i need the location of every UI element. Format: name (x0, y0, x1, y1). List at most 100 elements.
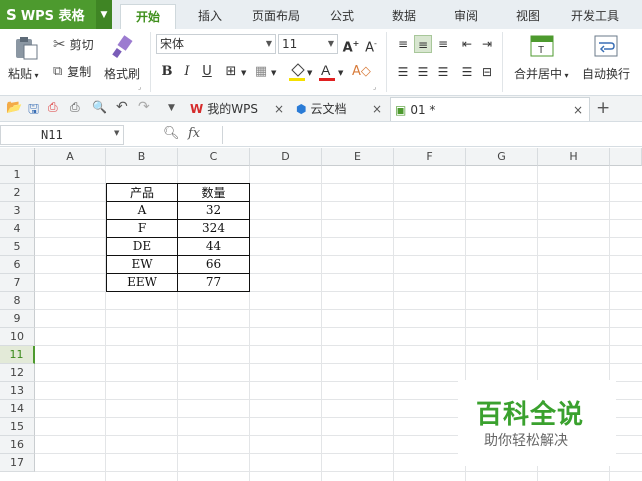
row-header[interactable]: 14 (0, 400, 35, 418)
align-top-icon[interactable]: ≡ (394, 35, 412, 53)
row-header[interactable]: 10 (0, 328, 35, 346)
column-header[interactable]: C (178, 148, 250, 166)
copy-button[interactable]: ⧉ 复制 (53, 63, 91, 80)
formula-input[interactable] (222, 126, 642, 144)
paste-button[interactable]: 粘贴 ▾ (8, 65, 39, 82)
tab-view[interactable]: 视图 (506, 4, 550, 29)
row-header[interactable]: 3 (0, 202, 35, 220)
tab-insert[interactable]: 插入 (186, 4, 234, 29)
format-painter-icon[interactable] (110, 35, 136, 59)
font-name-select[interactable]: 宋体 ▼ (156, 34, 276, 54)
chevron-down-icon[interactable]: ▼ (114, 129, 119, 137)
row-header[interactable]: 6 (0, 256, 35, 274)
new-tab-icon[interactable]: + (596, 98, 610, 118)
merge-center-icon[interactable]: T (530, 35, 554, 59)
row-header[interactable]: 11 (0, 346, 35, 364)
app-menu-button[interactable]: S WPS 表格 ▼ (0, 0, 112, 29)
table-cell[interactable]: EEW (106, 274, 178, 292)
table-header-cell[interactable]: 数量 (178, 183, 250, 202)
align-left-icon[interactable]: ☰ (394, 63, 412, 81)
table-header-cell[interactable]: 产品 (106, 183, 178, 202)
cell-format-icon[interactable]: ▦ (252, 63, 270, 81)
row-header[interactable]: 9 (0, 310, 35, 328)
justify-icon[interactable]: ☰ (458, 63, 476, 81)
chevron-down-icon[interactable]: ▼ (307, 69, 312, 77)
column-header[interactable]: G (466, 148, 538, 166)
row-header[interactable]: 4 (0, 220, 35, 238)
tab-home[interactable]: 开始 (120, 4, 176, 29)
print-preview-icon[interactable]: 🔍 (92, 100, 107, 114)
table-cell[interactable]: 66 (178, 256, 250, 274)
table-cell[interactable]: F (106, 220, 178, 238)
decrease-font-icon[interactable]: A- (362, 35, 380, 55)
doc-tab-active[interactable]: ▣ 01 * × (390, 97, 590, 121)
cut-button[interactable]: ✂ 剪切 (53, 35, 94, 53)
table-cell[interactable]: 77 (178, 274, 250, 292)
column-header[interactable]: H (538, 148, 610, 166)
row-header[interactable]: 13 (0, 382, 35, 400)
row-header[interactable]: 12 (0, 364, 35, 382)
row-header[interactable]: 1 (0, 166, 35, 184)
close-icon[interactable]: × (274, 97, 284, 121)
zoom-formula-icon[interactable]: 🔍︎ (163, 126, 180, 141)
font-color-icon[interactable]: A (318, 62, 336, 82)
tab-review[interactable]: 审阅 (444, 4, 488, 29)
insert-function-icon[interactable]: fx (188, 126, 200, 141)
row-header[interactable]: 7 (0, 274, 35, 292)
column-header[interactable]: D (250, 148, 322, 166)
table-cell[interactable]: 32 (178, 202, 250, 220)
chevron-down-icon[interactable]: ▼ (271, 69, 276, 77)
merge-center-button[interactable]: 合并居中 ▾ (514, 65, 569, 82)
table-cell[interactable]: A (106, 202, 178, 220)
font-size-select[interactable]: 11 ▼ (278, 34, 338, 54)
close-icon[interactable]: × (372, 97, 382, 121)
bold-icon[interactable]: B (158, 63, 176, 81)
tab-page-layout[interactable]: 页面布局 (244, 4, 308, 29)
undo-icon[interactable]: ↶ (116, 99, 128, 115)
align-bottom-icon[interactable]: ≡ (434, 35, 452, 53)
column-header[interactable]: E (322, 148, 394, 166)
tab-developer[interactable]: 开发工具 (566, 4, 624, 29)
distributed-icon[interactable]: ⊟ (478, 63, 496, 81)
tab-data[interactable]: 数据 (382, 4, 426, 29)
clipboard-launcher-icon[interactable]: ⌟ (138, 83, 141, 91)
chevron-down-icon[interactable]: ▼ (338, 69, 343, 77)
name-box[interactable]: N11 (0, 125, 124, 145)
print-icon[interactable]: ⎙ (70, 100, 80, 115)
format-painter-button[interactable]: 格式刷 (104, 65, 140, 82)
column-header[interactable] (610, 148, 642, 166)
chevron-down-icon[interactable]: ▼ (96, 0, 112, 29)
column-header[interactable]: F (394, 148, 466, 166)
column-header[interactable]: B (106, 148, 178, 166)
paste-icon[interactable] (12, 36, 40, 60)
italic-icon[interactable]: I (178, 63, 196, 81)
increase-indent-icon[interactable]: ⇥ (478, 35, 496, 53)
row-header[interactable]: 5 (0, 238, 35, 256)
align-middle-icon[interactable]: ≡ (414, 35, 432, 53)
wrap-text-button[interactable]: 自动换行 (582, 65, 630, 82)
row-header[interactable]: 15 (0, 418, 35, 436)
doc-tab-cloud[interactable]: ⬢ 云文档 × (292, 97, 384, 121)
decrease-indent-icon[interactable]: ⇤ (458, 35, 476, 53)
customize-quickbar-icon[interactable]: ▼ (168, 103, 175, 113)
save-icon[interactable]: 🖫 (28, 100, 39, 122)
doc-tab-mywps[interactable]: W 我的WPS × (186, 97, 288, 121)
row-header[interactable]: 2 (0, 184, 35, 202)
row-header[interactable]: 8 (0, 292, 35, 310)
fill-color-icon[interactable] (288, 62, 306, 82)
table-cell[interactable]: EW (106, 256, 178, 274)
clear-format-icon[interactable]: A◇ (352, 63, 371, 81)
table-cell[interactable]: DE (106, 238, 178, 256)
redo-icon[interactable]: ↷ (138, 99, 150, 115)
table-cell[interactable]: 44 (178, 238, 250, 256)
chevron-down-icon[interactable]: ▼ (241, 69, 246, 77)
close-icon[interactable]: × (573, 98, 583, 122)
open-folder-icon[interactable]: 📂 (6, 100, 22, 115)
export-pdf-icon[interactable]: ⎙ (48, 100, 58, 115)
select-all-corner[interactable] (0, 148, 35, 166)
tab-formulas[interactable]: 公式 (320, 4, 364, 29)
row-header[interactable]: 17 (0, 454, 35, 472)
align-right-icon[interactable]: ☰ (434, 63, 452, 81)
column-header[interactable]: A (35, 148, 106, 166)
wrap-text-icon[interactable] (594, 35, 618, 59)
